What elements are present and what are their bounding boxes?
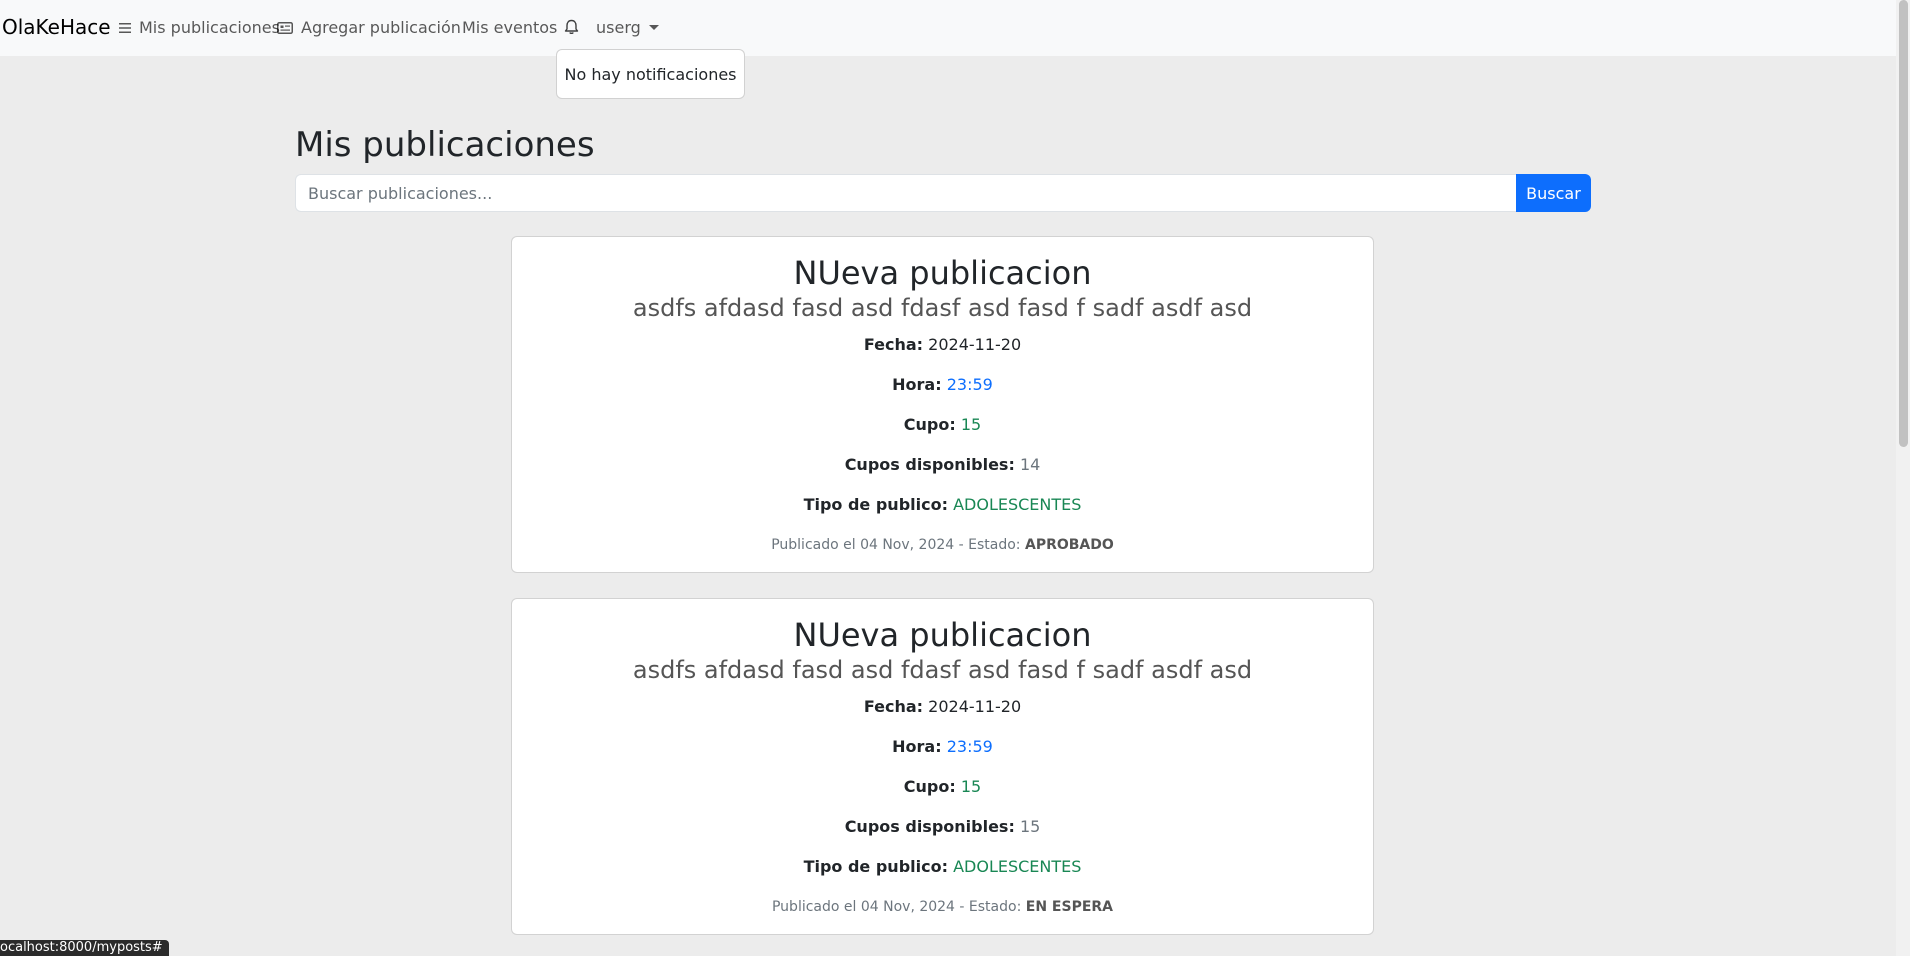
estado-label: Estado:	[968, 537, 1021, 553]
status-badge: APROBADO	[1024, 537, 1114, 553]
cupos-disponibles-value: 14	[1019, 455, 1041, 474]
hora-value: 23:59	[946, 375, 993, 394]
post-card: NUeva publicacion asdfs afdasd fasd asd …	[511, 236, 1374, 573]
page-title: Mis publicaciones	[295, 125, 595, 165]
fecha-label: Fecha:	[863, 697, 924, 716]
newspaper-icon	[277, 21, 293, 34]
notifications-dropdown: No hay notificaciones	[556, 49, 745, 99]
nav-item-agregar-publicacion[interactable]: Agregar publicación	[277, 18, 461, 37]
post-hora: Hora: 23:59	[512, 737, 1373, 756]
post-card: NUeva publicacion asdfs afdasd fasd asd …	[511, 598, 1374, 935]
post-cupo: Cupo: 15	[512, 415, 1373, 434]
post-footer: Publicado el 04 Nov, 2024 - Estado: EN E…	[771, 899, 1114, 915]
user-menu-toggle[interactable]: userg	[596, 18, 659, 37]
post-title: NUeva publicacion	[793, 616, 1092, 654]
nav-item-mis-eventos[interactable]: Mis eventos	[462, 18, 557, 37]
post-tipo-publico: Tipo de publico: ADOLESCENTES	[512, 495, 1373, 514]
hora-label: Hora:	[892, 737, 942, 756]
post-title: NUeva publicacion	[793, 254, 1092, 292]
post-fecha: Fecha: 2024-11-20	[512, 335, 1373, 354]
hora-value: 23:59	[946, 737, 993, 756]
post-description: asdfs afdasd fasd asd fdasf asd fasd f s…	[632, 294, 1253, 322]
post-published-date: Publicado el 04 Nov, 2024	[771, 899, 955, 915]
notifications-button[interactable]	[564, 19, 587, 35]
nav-item-label: Agregar publicación	[301, 18, 461, 37]
hora-label: Hora:	[892, 375, 942, 394]
list-icon	[119, 22, 131, 33]
fecha-value: 2024-11-20	[928, 697, 1022, 716]
cupo-label: Cupo:	[903, 777, 956, 796]
tipo-publico-label: Tipo de publico:	[803, 495, 948, 514]
post-cupo: Cupo: 15	[512, 777, 1373, 796]
scrollbar-thumb[interactable]	[1899, 0, 1908, 447]
search-bar: Buscar	[295, 174, 1591, 212]
post-description: asdfs afdasd fasd asd fdasf asd fasd f s…	[632, 656, 1253, 684]
fecha-value: 2024-11-20	[928, 335, 1022, 354]
user-name: userg	[596, 18, 641, 37]
post-hora: Hora: 23:59	[512, 375, 1373, 394]
post-tipo-publico: Tipo de publico: ADOLESCENTES	[512, 857, 1373, 876]
notifications-empty-text: No hay notificaciones	[564, 64, 737, 84]
nav-item-label: Mis eventos	[462, 18, 558, 37]
cupos-disponibles-label: Cupos disponibles:	[844, 817, 1015, 836]
post-fecha: Fecha: 2024-11-20	[512, 697, 1373, 716]
search-input[interactable]	[295, 174, 1516, 212]
tipo-publico-label: Tipo de publico:	[803, 857, 948, 876]
cupos-disponibles-label: Cupos disponibles:	[844, 455, 1015, 474]
cupo-value: 15	[960, 777, 982, 796]
status-bar-url: ocalhost:8000/myposts#	[0, 940, 169, 956]
cupo-label: Cupo:	[903, 415, 956, 434]
tipo-publico-value: ADOLESCENTES	[953, 857, 1082, 876]
nav-item-mis-publicaciones[interactable]: Mis publicaciones	[119, 18, 280, 37]
chevron-down-icon	[648, 25, 659, 30]
post-published-date: Publicado el 04 Nov, 2024	[771, 537, 955, 553]
cupos-disponibles-value: 15	[1019, 817, 1041, 836]
brand-logo[interactable]: OlaKeHace	[2, 15, 111, 39]
estado-label: Estado:	[968, 899, 1022, 915]
page-scrollbar[interactable]	[1896, 0, 1910, 956]
fecha-label: Fecha:	[863, 335, 924, 354]
post-cupos-disponibles: Cupos disponibles: 15	[512, 817, 1373, 836]
post-footer: Publicado el 04 Nov, 2024 - Estado: APRO…	[771, 537, 1114, 553]
navbar: OlaKeHace Mis publicaciones Agregar publ…	[0, 0, 1896, 56]
search-button[interactable]: Buscar	[1516, 174, 1591, 212]
post-cupos-disponibles: Cupos disponibles: 14	[512, 455, 1373, 474]
bell-icon	[564, 19, 579, 35]
cupo-value: 15	[960, 415, 982, 434]
nav-item-label: Mis publicaciones	[139, 18, 280, 37]
tipo-publico-value: ADOLESCENTES	[953, 495, 1082, 514]
status-badge: EN ESPERA	[1025, 899, 1114, 915]
